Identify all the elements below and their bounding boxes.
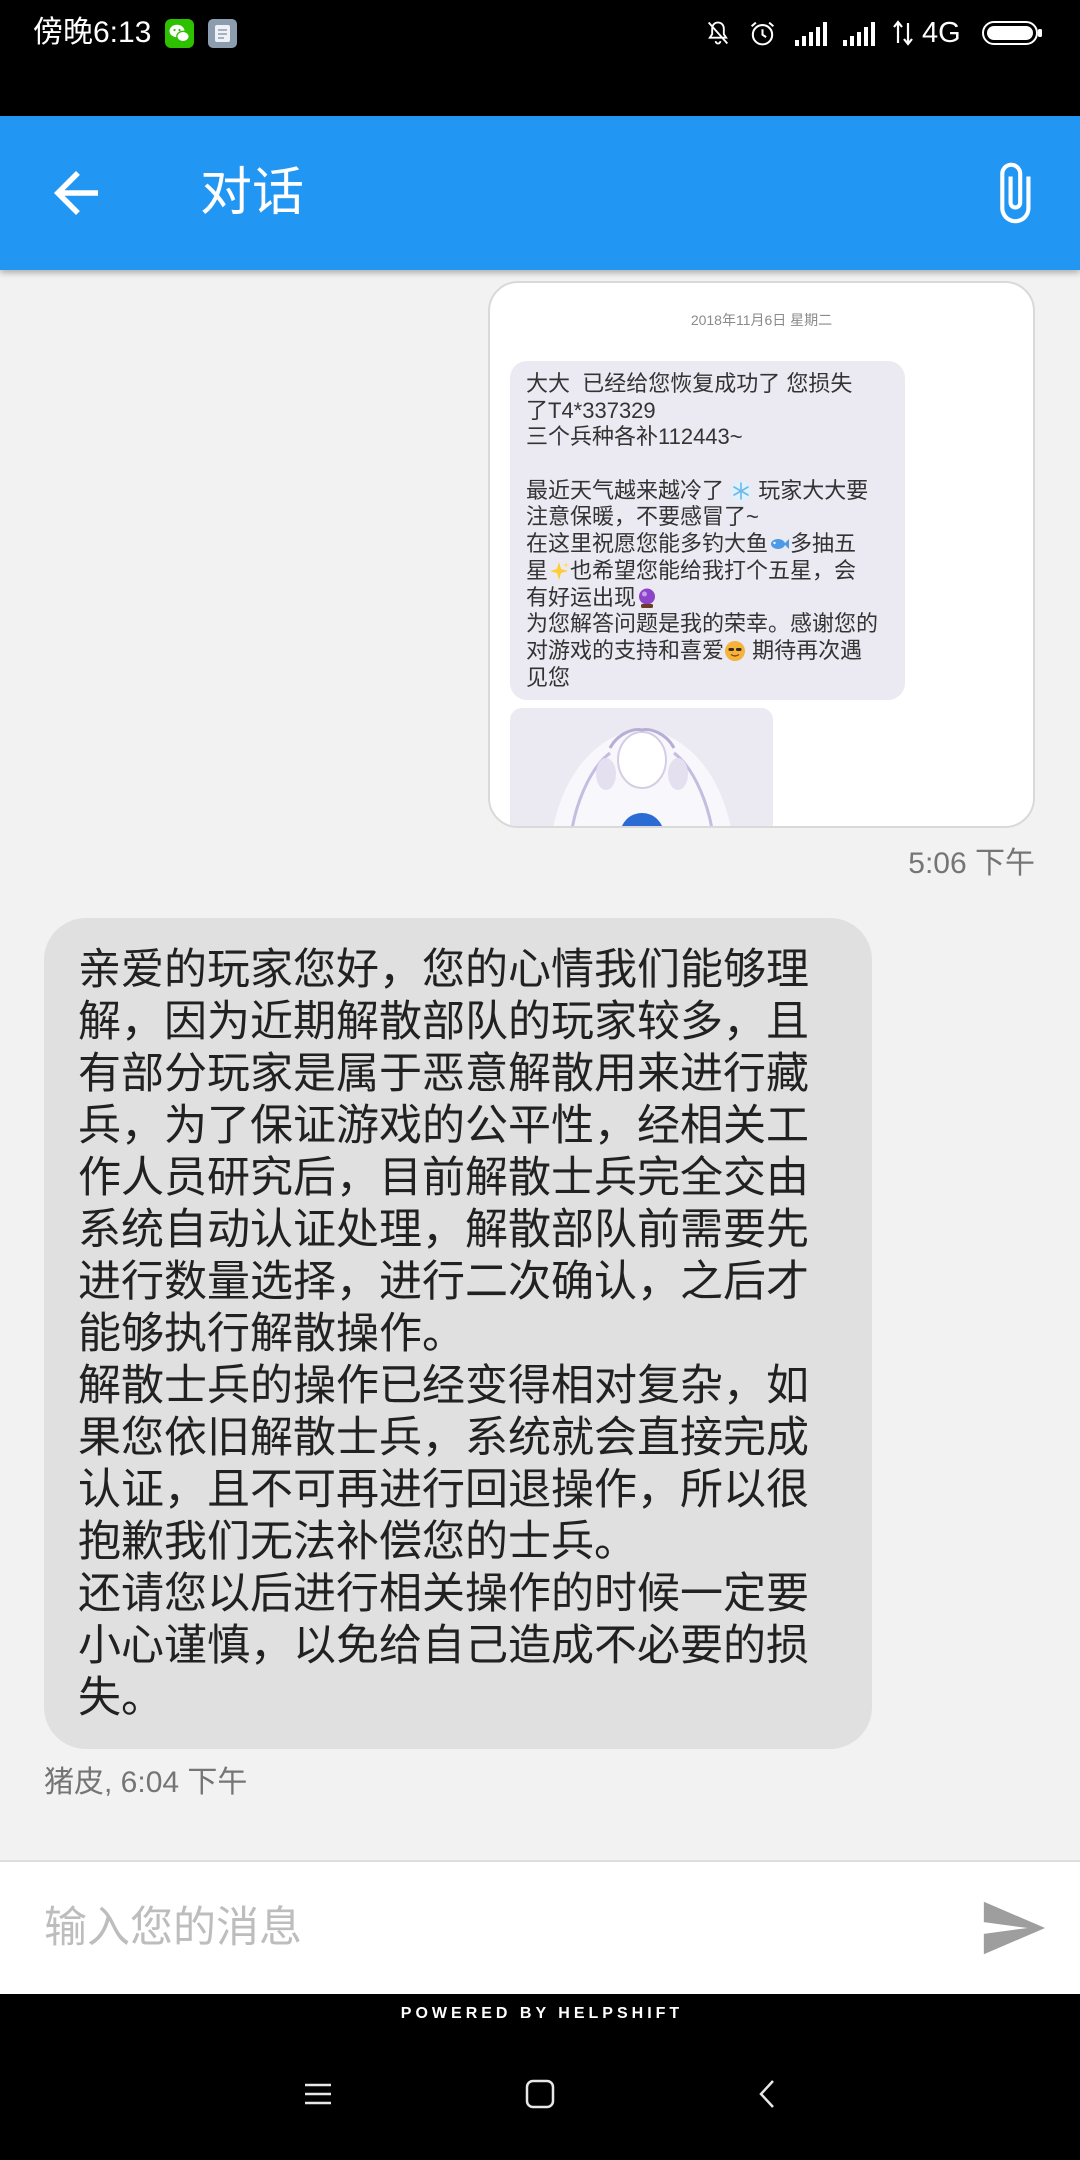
send-icon (983, 1901, 1046, 1955)
embedded-text: 星 (526, 557, 549, 583)
app-header: 对话 (0, 116, 1080, 270)
embedded-text: 期待再次遇 (746, 637, 863, 663)
powered-by-footer: POWERED BY HELPSHIFT (0, 1994, 1080, 2034)
network-type: 4G (922, 17, 961, 49)
embedded-blank-line (526, 451, 905, 478)
wechat-icon (165, 19, 194, 48)
page-title: 对话 (200, 164, 305, 222)
snowflake-emoji (730, 480, 752, 502)
embedded-text-line: 星也希望您能给我打个五星，会 (526, 558, 905, 585)
data-activity-icon (893, 19, 913, 47)
smiling-face-emoji (724, 640, 746, 662)
embedded-text: 最近天气越来越冷了 (526, 477, 731, 503)
attach-button[interactable] (981, 160, 1047, 226)
embedded-text-line: 在这里祝愿您能多钓大鱼 多抽五 (526, 531, 905, 558)
status-time: 傍晚6:13 (33, 16, 152, 49)
mute-icon (704, 19, 732, 47)
home-icon (525, 2079, 555, 2109)
message-meta: 猪皮, 6:04 下午 (44, 1766, 248, 1799)
message-timestamp: 5:06 下午 (908, 847, 1035, 880)
fish-emoji (768, 533, 790, 555)
embedded-text-line: 最近天气越来越冷了 玩家大大要 (526, 478, 905, 505)
nav-home-button[interactable] (525, 2079, 555, 2109)
embedded-text: 对游戏的支持和喜爱 (526, 637, 725, 663)
paperclip-icon (1000, 162, 1031, 224)
back-icon (759, 2080, 774, 2108)
nav-back-button[interactable] (755, 2078, 779, 2110)
app-icon (208, 19, 237, 48)
back-button[interactable] (43, 160, 109, 226)
nav-menu-button[interactable] (303, 2079, 333, 2109)
embedded-text-line: 了T4*337329 (526, 397, 656, 423)
embedded-chat-bubble: 大大 已经给您恢复成功了 您损失 了T4*337329 三个兵种各补112443… (510, 361, 905, 700)
embedded-text: 多抽五 (790, 531, 857, 557)
embedded-text-line: 为您解答问题是我的荣幸。感谢您的 (526, 611, 879, 637)
battery-icon (982, 20, 1044, 46)
embedded-text-line: 有好运出现 (526, 585, 905, 612)
embedded-text-line: 大大 已经给您恢复成功了 您损失 (526, 371, 853, 396)
navigation-bar (0, 2034, 1080, 2160)
embedded-text: 有好运出现 (526, 584, 637, 610)
crystal-ball-emoji (636, 587, 658, 609)
signal-icon (843, 20, 876, 46)
image-message[interactable]: 2018年11月6日 星期二 大大 已经给您恢复成功了 您损失 了T4*3373… (488, 281, 1035, 828)
composer-bar (0, 1860, 1080, 1994)
embedded-text-line: 注意保暖，不要感冒了~ (526, 504, 759, 530)
alarm-icon (748, 19, 777, 48)
send-button[interactable] (978, 1893, 1048, 1963)
embedded-text: 在这里祝愿您能多钓大鱼 (526, 531, 769, 557)
embedded-date: 2018年11月6日 星期二 (690, 312, 833, 328)
arrow-left-icon (54, 171, 98, 215)
signal-icon (795, 20, 828, 46)
embedded-text: 也希望您能给我打个五星，会 (570, 557, 857, 583)
embedded-text-line: 对游戏的支持和喜爱 期待再次遇 (526, 638, 905, 665)
embedded-photo (510, 708, 773, 826)
message-bubble[interactable]: 亲爱的玩家您好，您的心情我们能够理解，因为近期解散部队的玩家较多，且有部分玩家是… (44, 918, 872, 1749)
embedded-text: 玩家大大要 (752, 477, 869, 503)
message-input[interactable] (44, 1862, 934, 1994)
status-bar: 傍晚6:13 4G (0, 0, 1080, 116)
message-paragraph: 解散士兵的操作已经变得相对复杂，如果您依旧解散士兵，系统就会直接完成认证，且不可… (78, 1362, 809, 1566)
embedded-text-line: 见您 (526, 664, 571, 690)
menu-icon (305, 2083, 331, 2105)
message-paragraph: 还请您以后进行相关操作的时候一定要小心谨慎，以免给自己造成不必要的损失。 (78, 1570, 809, 1722)
chat-area[interactable]: 2018年11月6日 星期二 大大 已经给您恢复成功了 您损失 了T4*3373… (0, 270, 1080, 1860)
sparkles-emoji (548, 560, 570, 582)
message-paragraph: 亲爱的玩家您好，您的心情我们能够理解，因为近期解散部队的玩家较多，且有部分玩家是… (78, 946, 809, 1358)
embedded-text-line: 三个兵种各补112443~ (526, 424, 743, 450)
